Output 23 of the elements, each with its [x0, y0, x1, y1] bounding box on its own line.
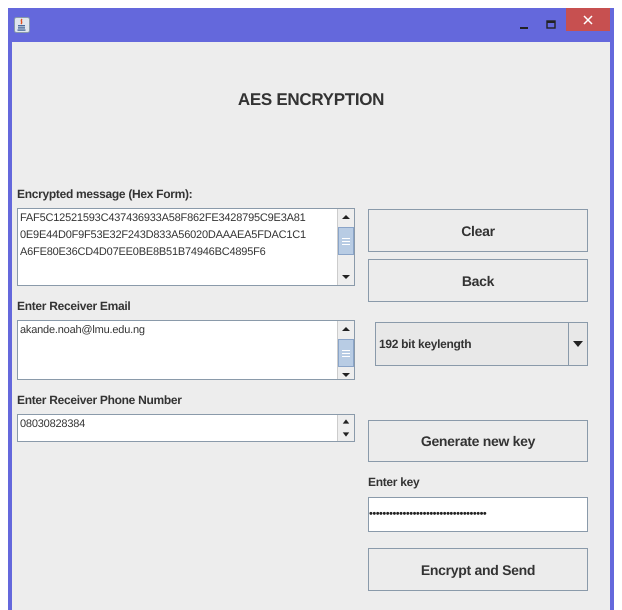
scrollbar[interactable] — [337, 321, 354, 379]
send-button[interactable]: Encrypt and Send — [368, 548, 588, 591]
action-button[interactable]: Back — [368, 259, 588, 302]
field-label: Encrypted message (Hex Form): — [17, 187, 192, 201]
field-label: Enter key — [368, 475, 420, 489]
input-field[interactable]: 08030828384 — [17, 414, 355, 442]
form-title: AES ENCRYPTION — [236, 89, 386, 111]
dropdown-arrow-icon — [572, 340, 584, 348]
scrollbar[interactable] — [337, 209, 354, 285]
text-area[interactable]: akande.noah@lmu.edu.ng — [17, 320, 355, 380]
password-field[interactable]: ••••••••••••••••••••••••••••••••••• — [368, 497, 588, 532]
spinner-arrows-icon[interactable] — [337, 415, 354, 441]
field-label: Enter Receiver Email — [17, 299, 130, 313]
text-area[interactable]: FAF5C12521593C437436933A58F862FE3428795C9E3A81 0E9E44D0F9F53E32F243D833A56020DAAAEA5FDAC1C1 A6FE80E36CD4D07EE0BE8B51B74946BC4895F6 — [17, 208, 355, 286]
close-button[interactable] — [566, 8, 610, 31]
minimize-icon — [520, 27, 528, 29]
dropdown[interactable]: 192 bit keylength — [375, 322, 588, 366]
maximize-icon — [546, 20, 556, 30]
coffee-cup-icon — [14, 17, 30, 33]
action-button[interactable]: Clear — [368, 209, 588, 252]
generate-key-button[interactable]: Generate new key — [368, 420, 588, 462]
field-label: Enter Receiver Phone Number — [17, 393, 182, 407]
close-icon — [583, 14, 593, 24]
